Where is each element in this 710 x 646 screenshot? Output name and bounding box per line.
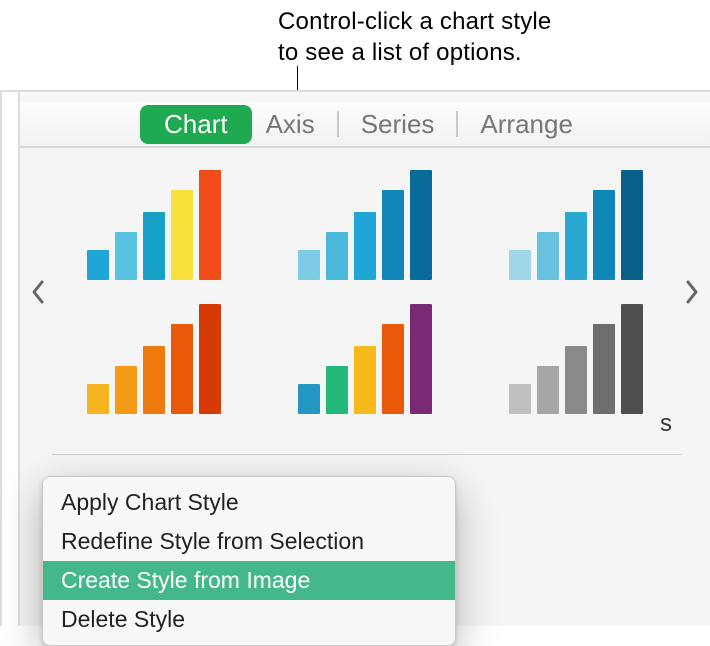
swatch-bar: [565, 212, 587, 280]
chevron-left-icon: [31, 280, 45, 304]
chart-styles-grid: [56, 162, 674, 422]
menu-delete-style[interactable]: Delete Style: [43, 600, 455, 639]
section-separator: [52, 454, 682, 455]
swatch-bar: [621, 170, 643, 280]
swatch-bar: [410, 304, 432, 414]
menu-apply-chart-style[interactable]: Apply Chart Style: [43, 483, 455, 522]
chart-style-swatch[interactable]: [64, 302, 245, 422]
swatch-bar: [537, 232, 559, 280]
swatch-bar: [565, 346, 587, 414]
swatch-bar: [171, 324, 193, 414]
tab-separator: [337, 111, 339, 137]
swatch-bar: [326, 232, 348, 280]
chart-style-swatch[interactable]: [275, 168, 456, 288]
tab-arrange[interactable]: Arrange: [466, 105, 587, 144]
help-caption: Control-click a chart style to see a lis…: [278, 6, 551, 68]
swatch-bar: [354, 346, 376, 414]
chart-style-context-menu: Apply Chart Style Redefine Style from Se…: [42, 476, 456, 646]
swatch-bar: [354, 212, 376, 280]
swatch-bar: [143, 212, 165, 280]
swatch-bar: [87, 384, 109, 414]
tab-separator: [456, 111, 458, 137]
swatch-bar: [410, 170, 432, 280]
swatch-bar: [87, 250, 109, 280]
tab-axis[interactable]: Axis: [252, 105, 329, 144]
menu-redefine-style[interactable]: Redefine Style from Selection: [43, 522, 455, 561]
menu-create-style-from-image[interactable]: Create Style from Image: [43, 561, 455, 600]
inspector-tabs: Chart Axis Series Arrange: [20, 102, 710, 148]
caption-line1: Control-click a chart style: [278, 8, 551, 35]
swatch-bar: [593, 324, 615, 414]
swatch-bar: [593, 190, 615, 280]
swatch-bar: [382, 324, 404, 414]
swatch-bar: [298, 250, 320, 280]
chart-options-label-fragment: s: [660, 410, 672, 438]
swatch-bar: [115, 366, 137, 414]
chart-style-swatch[interactable]: [275, 302, 456, 422]
chart-styles-area: [20, 162, 710, 422]
tab-chart[interactable]: Chart: [140, 105, 252, 144]
swatch-bar: [537, 366, 559, 414]
styles-prev-arrow[interactable]: [20, 222, 56, 362]
swatch-bar: [171, 190, 193, 280]
chart-style-swatch[interactable]: [64, 168, 245, 288]
swatch-bar: [326, 366, 348, 414]
swatch-bar: [199, 304, 221, 414]
styles-next-arrow[interactable]: [674, 222, 710, 362]
swatch-bar: [509, 384, 531, 414]
swatch-bar: [509, 250, 531, 280]
swatch-bar: [199, 170, 221, 280]
swatch-bar: [298, 384, 320, 414]
swatch-bar: [621, 304, 643, 414]
inspector-panel: Chart Axis Series Arrange s Apply Chart …: [0, 90, 710, 626]
caption-line2: to see a list of options.: [278, 39, 522, 66]
chevron-right-icon: [685, 280, 699, 304]
swatch-bar: [382, 190, 404, 280]
swatch-bar: [115, 232, 137, 280]
chart-style-swatch[interactable]: [485, 168, 666, 288]
swatch-bar: [143, 346, 165, 414]
left-edge: [2, 92, 20, 626]
tab-series[interactable]: Series: [347, 105, 449, 144]
chart-style-swatch[interactable]: [485, 302, 666, 422]
